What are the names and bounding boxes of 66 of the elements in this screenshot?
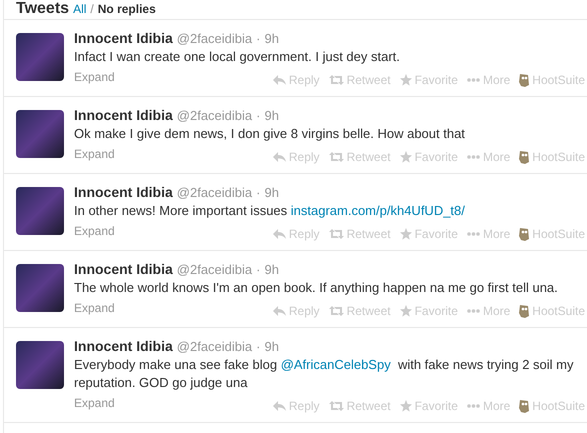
expand-link[interactable]: Expand <box>74 147 115 161</box>
author-name[interactable]: Innocent Idibia <box>74 338 173 354</box>
owl-icon <box>519 228 530 240</box>
more-icon <box>466 309 480 313</box>
tweet-text: Infact I wan create one local government. I just dey start. <box>74 48 401 66</box>
author-handle[interactable]: @2faceidibia <box>176 339 252 355</box>
more-icon <box>466 232 480 236</box>
author-handle[interactable]: @2faceidibia <box>176 185 252 201</box>
dot-separator: · <box>256 339 260 355</box>
retweet-icon <box>328 75 344 85</box>
owl-icon <box>519 304 530 318</box>
reply-icon <box>272 152 286 162</box>
tweet-text: In other news! More important issues instagram.com/p/kh4UfUD_t8/ <box>74 202 466 220</box>
dot-separator: · <box>256 262 260 278</box>
retweet-icon <box>328 401 344 411</box>
avatar-photo-placeholder <box>16 33 64 81</box>
owl-icon <box>519 150 530 164</box>
retweet-icon <box>328 152 344 162</box>
retweet-icon <box>328 229 344 239</box>
star-icon <box>400 74 412 86</box>
avatar-photo-placeholder <box>16 110 64 158</box>
more-icon <box>466 155 480 159</box>
tweet-time[interactable]: 9h <box>264 185 279 201</box>
expand-link[interactable]: Expand <box>74 224 115 238</box>
reply-icon <box>272 401 286 411</box>
reply-icon <box>272 229 286 239</box>
star-icon <box>400 228 412 240</box>
author-handle[interactable]: @2faceidibia <box>176 31 252 47</box>
author-name[interactable]: Innocent Idibia <box>74 30 173 46</box>
tweet-time[interactable]: 9h <box>264 262 279 278</box>
filter-link[interactable]: No replies <box>98 0 156 18</box>
star-icon <box>400 400 412 412</box>
tweet-time[interactable]: 9h <box>264 339 279 355</box>
author-name[interactable]: Innocent Idibia <box>74 261 173 277</box>
avatar-photo-placeholder <box>16 341 64 389</box>
avatar-photo-placeholder <box>16 264 64 312</box>
filter-separator: / <box>90 1 94 18</box>
author-handle[interactable]: @2faceidibia <box>176 262 252 278</box>
expand-link[interactable]: Expand <box>74 301 115 315</box>
expand-link[interactable]: Expand <box>74 70 115 84</box>
author-handle[interactable]: @2faceidibia <box>176 108 252 124</box>
author-name[interactable]: Innocent Idibia <box>74 184 173 200</box>
avatar-photo-placeholder <box>16 187 64 235</box>
expand-link[interactable]: Expand <box>74 396 115 410</box>
tweet-time[interactable]: 9h <box>264 31 279 47</box>
star-icon <box>400 305 412 317</box>
dot-separator: · <box>256 108 260 124</box>
filter-link[interactable]: All <box>73 0 86 18</box>
tweet-text: Everybody make una see fake blog @AfricanCelebSpy with fake news trying 2 soil my reputation. GOD go judge una <box>74 356 575 392</box>
tweet-text: The whole world knows I'm an open book. If anything happen na me go first tell una. <box>74 279 559 297</box>
dot-separator: · <box>256 31 260 47</box>
tweet-text: Ok make I give dem news, I don give 8 virgins belle. How about that <box>74 125 466 143</box>
owl-icon <box>519 74 530 86</box>
star-icon <box>400 151 412 163</box>
tweet-link[interactable]: @AfricanCelebSpy <box>280 357 391 372</box>
reply-icon <box>272 75 286 85</box>
tweet-link[interactable]: instagram.com/p/kh4UfUD_t8/ <box>290 203 465 218</box>
more-icon <box>466 78 480 82</box>
tweet-time[interactable]: 9h <box>264 108 279 124</box>
owl-icon <box>519 400 530 412</box>
more-icon <box>466 404 480 408</box>
author-name[interactable]: Innocent Idibia <box>74 107 173 123</box>
section-title: Tweets <box>16 0 70 18</box>
retweet-icon <box>328 306 344 316</box>
reply-icon <box>272 306 286 316</box>
dot-separator: · <box>256 185 260 201</box>
